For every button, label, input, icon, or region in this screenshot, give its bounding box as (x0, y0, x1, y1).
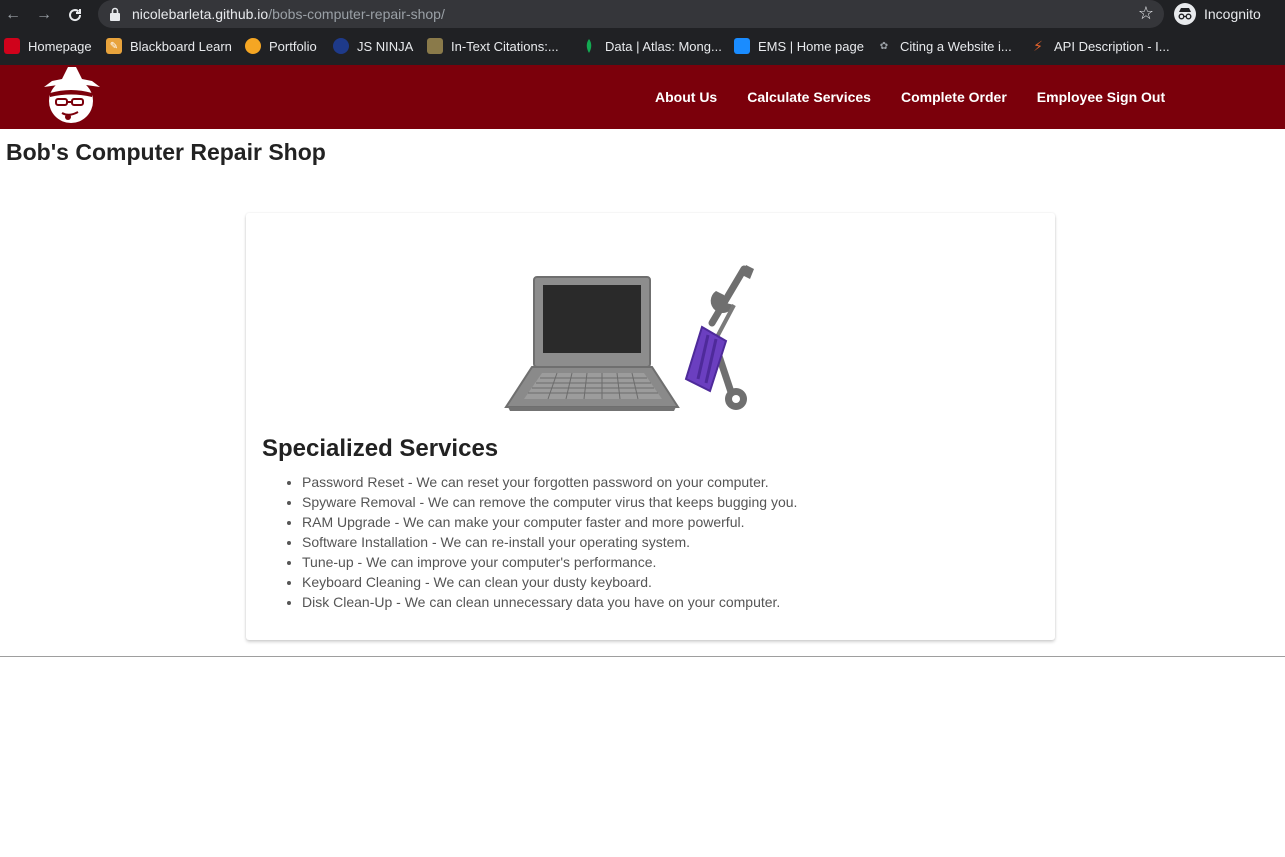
reload-icon[interactable] (64, 4, 86, 26)
smiley-favicon-icon (245, 38, 261, 54)
bookmark-label: Blackboard Learn (130, 38, 232, 54)
ems-favicon-icon (734, 38, 750, 54)
lock-icon (110, 7, 120, 21)
bookmark-api[interactable]: ⚡ API Description - I... (1030, 36, 1170, 56)
bookmark-label: EMS | Home page (758, 38, 864, 54)
list-item: Spyware Removal - We can remove the comp… (302, 492, 797, 512)
nav-employee-sign-out[interactable]: Employee Sign Out (1022, 65, 1180, 129)
mongodb-leaf-icon (581, 38, 597, 54)
laptop-and-tools-illustration (504, 265, 754, 411)
bookmark-js-ninja[interactable]: JS NINJA (333, 36, 413, 56)
bookmark-atlas[interactable]: Data | Atlas: Mong... (581, 36, 722, 56)
bookmark-label: Data | Atlas: Mong... (605, 38, 722, 54)
bookmarks-bar: Homepage ✎ Blackboard Learn Portfolio JS … (0, 32, 1285, 86)
ninja-favicon-icon (333, 38, 349, 54)
profile-button[interactable]: Incognito (1174, 3, 1261, 25)
bookmark-citations[interactable]: In-Text Citations:... (427, 36, 559, 56)
bookmark-portfolio[interactable]: Portfolio (245, 36, 317, 56)
bookmark-label: In-Text Citations:... (451, 38, 559, 54)
bookmark-ems[interactable]: EMS | Home page (734, 36, 864, 56)
primary-nav: About Us Calculate Services Complete Ord… (640, 65, 1180, 129)
squirrel-favicon-icon: ✿ (879, 40, 889, 52)
nav-calculate-services[interactable]: Calculate Services (732, 65, 886, 129)
services-list: Password Reset - We can reset your forgo… (302, 472, 797, 612)
page-title: Bob's Computer Repair Shop (6, 139, 326, 165)
list-item: Password Reset - We can reset your forgo… (302, 472, 797, 492)
bookmark-citing[interactable]: ✿ Citing a Website i... (876, 36, 1012, 56)
footer-divider (0, 656, 1285, 657)
bookmark-blackboard[interactable]: ✎ Blackboard Learn (106, 36, 232, 56)
browser-toolbar: ← → nicolebarleta.github.io/bobs-compute… (0, 0, 1285, 30)
bookmark-homepage[interactable]: Homepage (4, 36, 92, 56)
forward-arrow-icon[interactable]: → (33, 4, 55, 26)
bookmark-label: API Description - I... (1054, 38, 1170, 54)
bookmark-label: Portfolio (269, 38, 317, 54)
lightning-favicon-icon: ⚡ (1033, 37, 1043, 54)
purdue-favicon-icon (427, 38, 443, 54)
browser-chrome: ← → nicolebarleta.github.io/bobs-compute… (0, 0, 1285, 86)
bookmark-label: Homepage (28, 38, 92, 54)
url-host: nicolebarleta.github.io (132, 6, 269, 22)
homepage-favicon-icon (4, 38, 20, 54)
star-icon[interactable]: ☆ (1138, 3, 1154, 24)
nav-about-us[interactable]: About Us (640, 65, 732, 129)
bookmark-label: JS NINJA (357, 38, 414, 54)
url-text: nicolebarleta.github.io/bobs-computer-re… (132, 6, 445, 22)
bob-logo-icon[interactable] (36, 65, 108, 125)
list-item: RAM Upgrade - We can make your computer … (302, 512, 797, 532)
list-item: Tune-up - We can improve your computer's… (302, 552, 797, 572)
bookmark-label: Citing a Website i... (900, 38, 1012, 54)
back-arrow-icon[interactable]: ← (2, 4, 24, 26)
services-card: Specialized Services Password Reset - We… (246, 213, 1055, 640)
url-path: /bobs-computer-repair-shop/ (268, 6, 445, 22)
profile-label: Incognito (1204, 6, 1261, 22)
services-heading: Specialized Services (262, 435, 499, 462)
list-item: Disk Clean-Up - We can clean unnecessary… (302, 592, 797, 612)
list-item: Keyboard Cleaning - We can clean your du… (302, 572, 797, 592)
incognito-icon (1174, 3, 1196, 25)
list-item: Software Installation - We can re-instal… (302, 532, 797, 552)
site-navbar: About Us Calculate Services Complete Ord… (0, 65, 1285, 129)
address-bar[interactable]: nicolebarleta.github.io/bobs-computer-re… (98, 0, 1164, 28)
blackboard-favicon-icon: ✎ (106, 38, 122, 54)
nav-complete-order[interactable]: Complete Order (886, 65, 1022, 129)
